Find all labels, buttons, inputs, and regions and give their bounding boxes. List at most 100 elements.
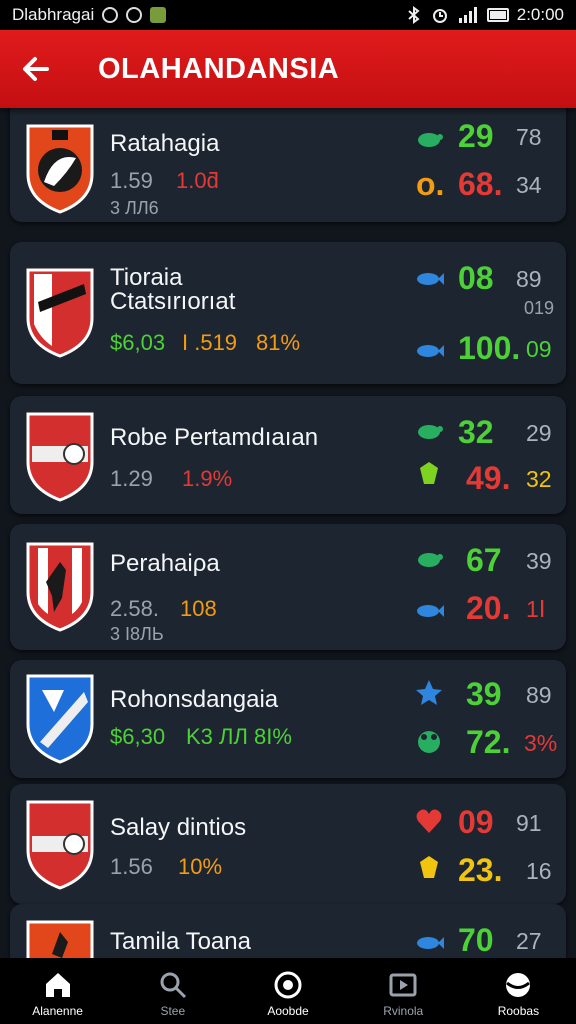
nav-video[interactable]: Rvinola — [346, 958, 461, 1024]
turtle-icon — [418, 425, 443, 439]
team-crest-icon — [26, 800, 94, 890]
team-stat: 1.59 — [110, 168, 153, 193]
bell-icon — [420, 462, 438, 484]
score-prefix: o. — [416, 166, 445, 202]
score-top: 09 — [458, 804, 494, 840]
team-name: Tamila Toana — [110, 928, 251, 955]
team-name: Robe Pertamdıaıan — [110, 424, 319, 451]
arrow-left-icon — [23, 57, 49, 81]
score-top: 29 — [458, 118, 494, 154]
team-stat-change: 1.9% — [182, 466, 233, 491]
team-name: Ratahagia — [110, 130, 220, 157]
fish-icon — [417, 345, 444, 357]
score-top: 08 — [458, 260, 494, 296]
team-card[interactable]: Perahaiρa 2.58. 108 3 І8ЛЬ 67 39 20. 1Ⅰ — [10, 524, 566, 650]
notification-icon — [102, 7, 119, 23]
side-value: 09 — [526, 336, 552, 362]
nav-ball[interactable]: Roobas — [461, 958, 576, 1024]
team-stat-change: K3 ЛЛ — [186, 724, 248, 749]
fish-icon — [417, 937, 444, 949]
side-value: 89 — [526, 682, 552, 708]
fish-icon — [417, 273, 444, 285]
team-card[interactable]: Tioraia Ctatsırıorıat $6,03 I .519 81% 0… — [10, 242, 566, 384]
side-value: 29 — [526, 420, 552, 446]
app-notification-icon — [150, 7, 167, 23]
side-value: 1Ⅰ — [526, 596, 546, 622]
team-stat: $6,30 — [110, 724, 166, 749]
score-top: 32 — [458, 414, 494, 450]
team-name: Rohonsdangaia — [110, 686, 279, 713]
status-bar: Dlabhragai 2:0:00 — [0, 0, 576, 30]
turtle-icon — [418, 553, 443, 567]
score-bottom: 72. — [466, 724, 511, 760]
signal-icon — [458, 7, 477, 23]
notification-icon — [126, 7, 143, 23]
score-bottom: 20. — [466, 590, 511, 626]
team-stat-change: 10% — [178, 854, 223, 879]
team-card[interactable]: Ratahagia 1.59 1.0ƌ 3 ЛЛ6 29 78 o. 68. 3… — [10, 108, 566, 222]
team-crest-icon — [26, 412, 94, 502]
team-card[interactable]: Rohonsdangaia $6,30 K3 ЛЛ 8I% 39 89 72. … — [10, 660, 566, 778]
side-value: 78 — [516, 124, 542, 150]
heart-icon — [416, 809, 442, 833]
star-icon — [416, 680, 442, 705]
team-name: Salay dintios — [110, 814, 247, 841]
shield-icon — [274, 971, 302, 999]
team-name-line2: Ctatsırıorıat — [110, 288, 236, 315]
score-bottom: 23. — [458, 852, 503, 888]
nav-label: Rvinola — [383, 1004, 424, 1018]
team-name: Perahaiρa — [110, 550, 220, 577]
fish-icon — [417, 605, 444, 617]
team-substat: 3 І8ЛЬ — [110, 624, 164, 644]
team-stat: 1.29 — [110, 466, 153, 491]
nav-home[interactable]: Alanenne — [0, 958, 115, 1024]
score-top: 39 — [466, 676, 502, 712]
alarm-icon — [432, 9, 447, 23]
nav-label: Alanenne — [32, 1004, 83, 1018]
team-list[interactable]: Ratahagia 1.59 1.0ƌ 3 ЛЛ6 29 78 o. 68. 3… — [0, 108, 576, 958]
team-stat: $6,03 — [110, 330, 166, 355]
home-icon — [45, 973, 70, 997]
score-bottom: 68. — [458, 166, 503, 202]
score-top: 70 — [458, 922, 494, 958]
score-bottom: 49. — [466, 460, 511, 496]
team-stat: 2.58. — [110, 596, 159, 621]
team-stat-change: 108 — [180, 596, 217, 621]
side-value: 39 — [526, 548, 552, 574]
bottom-nav: Alanenne Stee Aoobde Rvinola Roobas — [0, 958, 576, 1024]
side-value: 89 — [516, 266, 542, 292]
score-bottom: 100. — [458, 330, 521, 366]
turtle-icon — [418, 133, 443, 147]
score-top: 67 — [466, 542, 502, 578]
search-icon — [160, 972, 186, 999]
side-value: 3% — [524, 730, 558, 756]
app-bar: OLAHANDANSIA — [0, 30, 576, 108]
team-crest-icon — [26, 920, 94, 958]
team-crest-icon — [26, 674, 94, 764]
nav-search[interactable]: Stee — [115, 958, 230, 1024]
bluetooth-icon — [408, 6, 420, 24]
ball-icon — [506, 973, 531, 997]
side-value: 32 — [526, 466, 552, 492]
nav-shield[interactable]: Aoobde — [230, 958, 345, 1024]
carrier-label: Dlabhragai — [12, 5, 95, 24]
side-value: 27 — [516, 928, 542, 954]
team-crest-icon — [26, 268, 94, 358]
team-card[interactable]: Salay dintios 1.56 10% 09 91 23. 16 — [10, 784, 566, 904]
nav-label: Roobas — [497, 1004, 540, 1018]
side-value: 34 — [516, 172, 542, 198]
team-card[interactable]: Robe Pertamdıaıan 1.29 1.9% 32 29 49. 32 — [10, 396, 566, 514]
team-crest-icon — [26, 542, 94, 632]
page-title: OLAHANDANSIA — [98, 52, 340, 85]
team-stat-pct: 81% — [256, 330, 301, 355]
back-button[interactable] — [6, 30, 66, 108]
battery-icon — [486, 8, 509, 22]
team-card[interactable]: Tamila Toana 70 27 — [10, 904, 566, 958]
clock: 2:0:00 — [516, 5, 564, 24]
team-stat-change: 1.0ƌ — [176, 168, 219, 193]
bell-icon — [420, 856, 438, 878]
team-stat-pct: 8I% — [254, 724, 292, 749]
nav-label: Stee — [160, 1004, 186, 1018]
side-value: 91 — [516, 810, 542, 836]
team-stat-change: I .519 — [182, 330, 238, 355]
